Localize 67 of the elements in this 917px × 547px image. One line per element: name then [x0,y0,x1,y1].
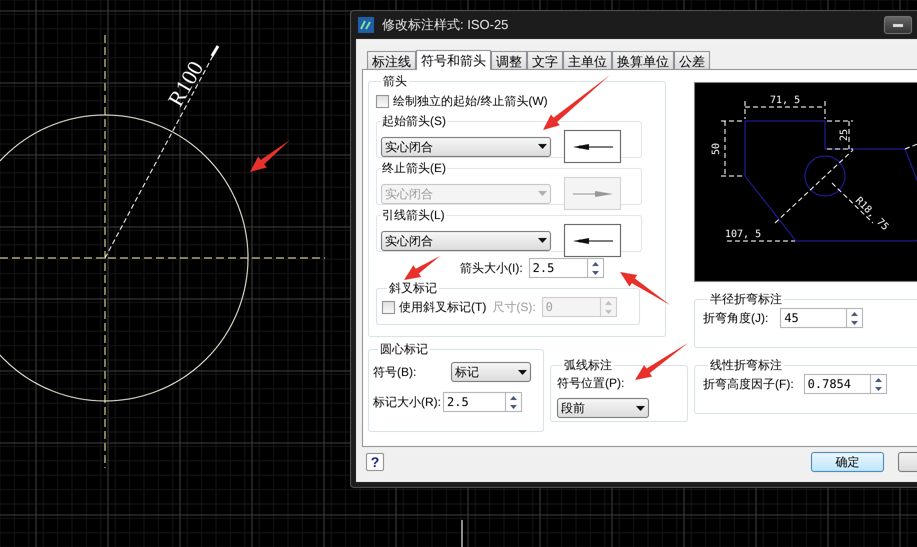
checkbox-label: 使用斜叉标记(T) [399,299,486,316]
checkbox[interactable] [376,94,389,108]
field-label: 标记大小(R): [373,394,441,411]
dropdown[interactable]: 实心闭合 [381,230,551,250]
field-label: 箭头大小(I): [460,260,523,277]
help-button[interactable]: ? [366,453,384,471]
group-title: 圆心标记 [379,341,429,358]
up-triangle-icon [874,378,882,382]
group-title: 半径折弯标注 [709,291,783,308]
field-label: 尺寸(S): [492,299,536,316]
down-triangle-icon [604,310,612,314]
checkbox[interactable] [382,300,395,314]
annotation-arrow [620,272,670,305]
spin-buttons[interactable] [870,374,887,394]
spin-buttons[interactable] [846,308,864,328]
down-triangle-icon [592,270,599,274]
group-title: 起始箭头(S) [381,113,447,130]
minimize-icon [893,24,903,26]
tab[interactable]: 调整 [491,51,527,69]
arrow-icon [572,190,612,198]
number-field[interactable]: 2.5 [528,258,587,278]
group-title: 箭头 [382,73,408,90]
checkbox-label: 绘制独立的起始/终止箭头(W) [393,93,548,110]
arrow-icon [572,236,612,244]
down-triangle-icon [851,320,858,324]
ok-button[interactable]: 确定 [811,452,884,472]
tab[interactable]: 公差 [674,51,710,69]
annotation-arrow [404,256,440,280]
down-triangle-icon [874,386,882,390]
spin-buttons[interactable] [586,258,604,278]
tab[interactable]: 主单位 [563,51,612,69]
field-label: 符号(B): [373,364,416,381]
number-field[interactable]: 45 [780,308,846,328]
dropdown[interactable]: 段前 [557,398,649,418]
group-title: 引线箭头(L) [381,207,446,224]
window-title: 修改标注样式: ISO-25 [382,16,508,34]
group-title: 斜叉标记 [388,280,438,297]
up-triangle-icon [604,300,612,304]
caret-icon [538,238,547,243]
tab[interactable]: 文字 [527,51,563,69]
minimize-button[interactable] [884,16,912,34]
caret-icon [636,406,645,410]
field-label: 折弯角度(J): [703,310,768,327]
tab[interactable]: 换算单位 [612,51,674,69]
group-title: 线性折弯标注 [709,357,783,374]
up-triangle-icon [592,262,599,266]
spin-buttons[interactable] [505,392,522,412]
field-label: 符号位置(P): [557,375,626,392]
up-triangle-icon [510,396,517,400]
number-field[interactable]: 2.5 [443,392,505,412]
group-title: 终止箭头(E) [381,160,447,177]
tab[interactable]: 标注线 [367,51,416,69]
field-label: 折弯高度因子(F): [703,376,794,393]
arrow-icon [572,142,612,150]
annotation-arrow [635,343,688,380]
group-title: 弧线标注 [563,357,613,374]
annotation-arrow [250,140,290,172]
tab[interactable]: 符号和箭头 [416,50,491,70]
down-triangle-icon [510,404,517,408]
caret-icon [538,191,547,196]
up-triangle-icon [851,312,858,316]
caret-icon [538,144,547,149]
dropdown[interactable]: 实心闭合 [381,136,551,156]
app-icon [358,17,374,33]
dropdown[interactable]: 标记 [451,362,531,382]
number-field[interactable]: 0.7854 [804,374,870,394]
caret-icon [518,370,527,374]
